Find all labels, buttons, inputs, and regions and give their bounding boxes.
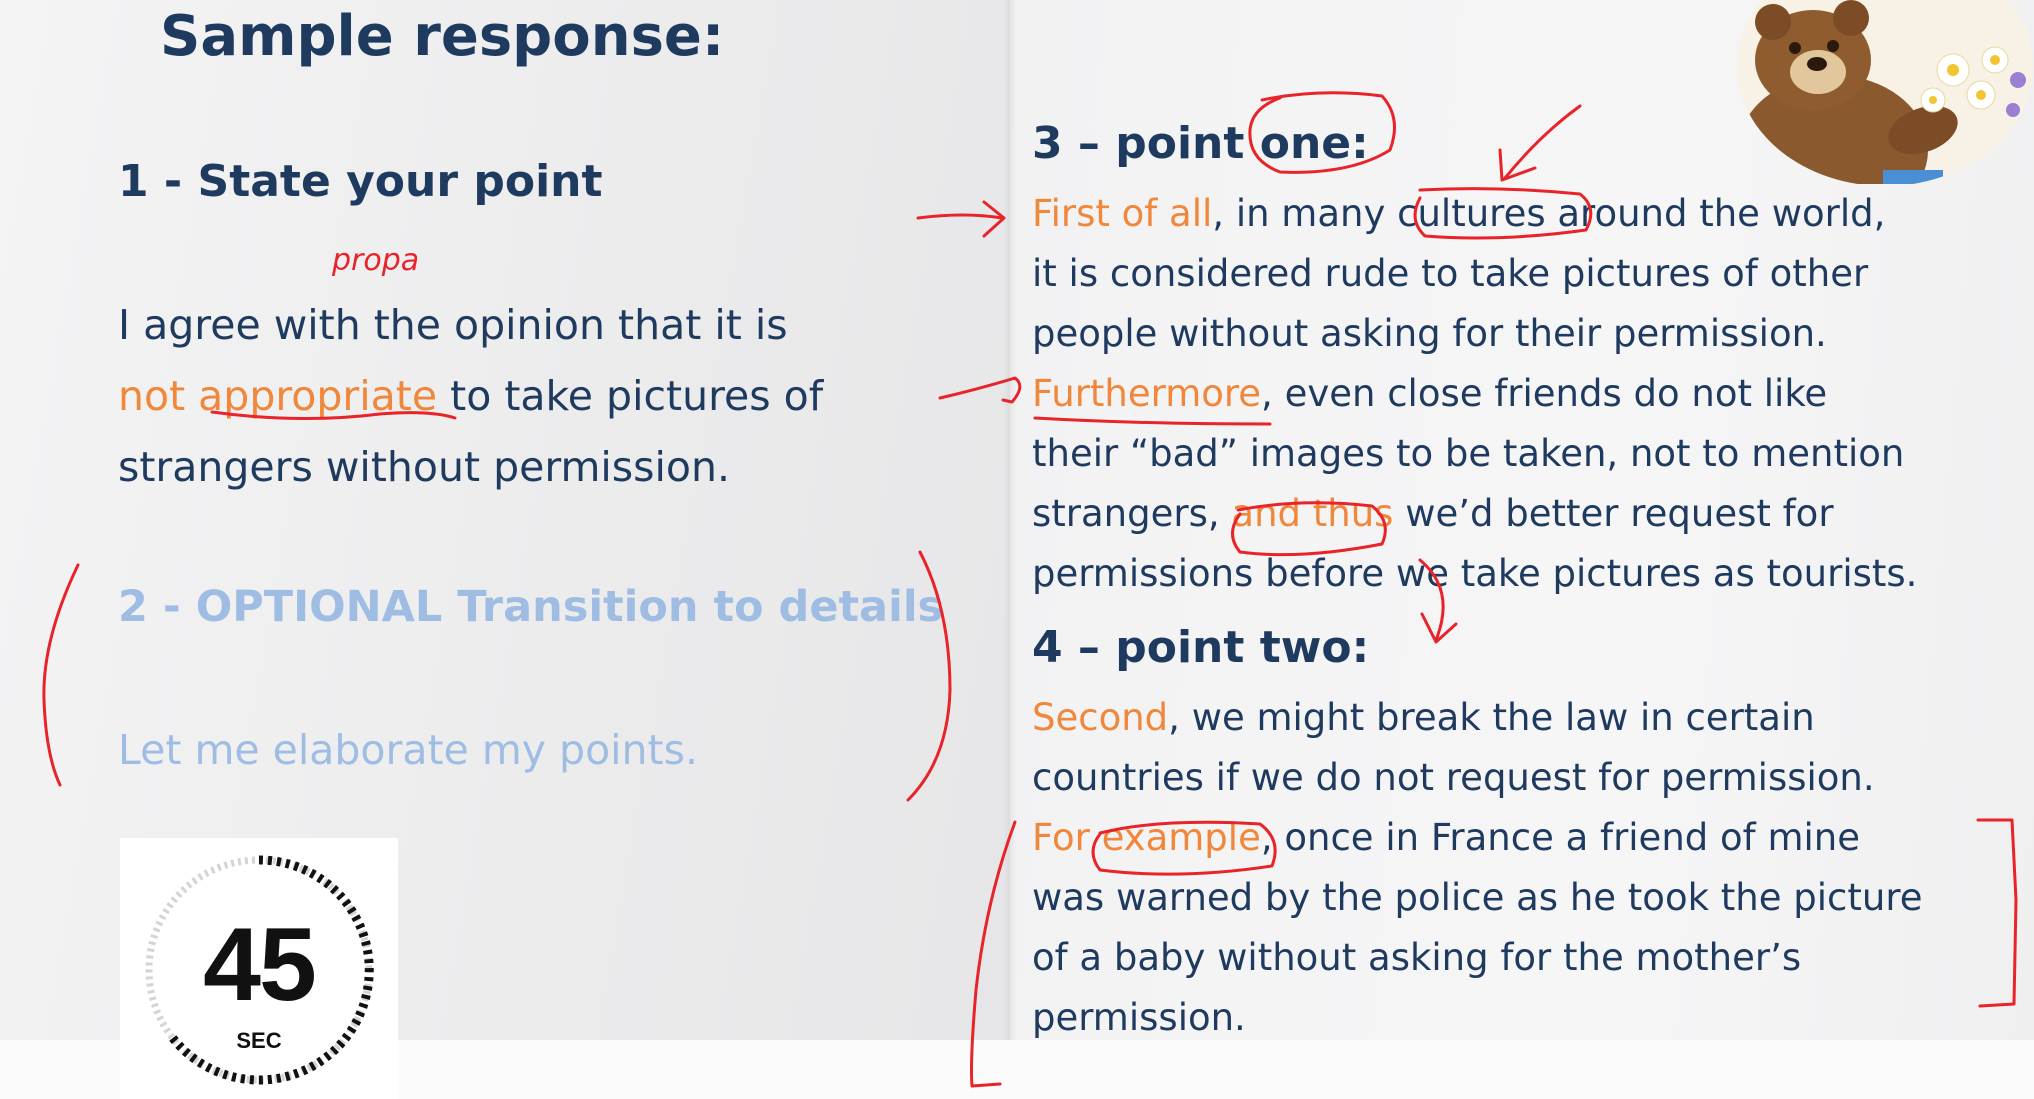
- section4-line3: , once in France a friend of mine: [1260, 816, 1860, 859]
- section1-line1: I agree with the opinion that it is: [118, 301, 788, 349]
- section3-line4: , even close friends do not like: [1261, 372, 1828, 415]
- timer-seconds-value: 45: [203, 907, 317, 1023]
- section2-text: Let me elaborate my points.: [118, 726, 699, 774]
- section3-line5: their “bad” images to be taken, not to m…: [1032, 432, 1905, 475]
- section1-keyword: not appropriate: [118, 372, 438, 420]
- section3-transition-first: First of all: [1032, 192, 1213, 235]
- section4-line4: was warned by the police as he took the …: [1032, 876, 1923, 919]
- section4-heading: 4 – point two:: [1032, 622, 1370, 673]
- section3-line7: permissions before we take pictures as t…: [1032, 552, 1918, 595]
- section4-line2: countries if we do not request for permi…: [1032, 756, 1875, 799]
- page-fold: [1003, 0, 1017, 1099]
- section1-heading: 1 - State your point: [118, 156, 603, 207]
- timer-unit-label: SEC: [236, 1028, 282, 1053]
- section1-line3: strangers without permission.: [118, 443, 730, 491]
- section4-line5: of a baby without asking for the mother’…: [1032, 936, 1802, 979]
- section3-line6-start: strangers,: [1032, 492, 1232, 535]
- section4-paragraph: Second, we might break the law in certai…: [1032, 688, 1922, 1048]
- section2-heading: 2 - OPTIONAL Transition to details: [118, 582, 944, 632]
- section3-line2: it is considered rude to take pictures o…: [1032, 252, 1869, 295]
- section3-line6-end: we’d better request for: [1393, 492, 1834, 535]
- section4-transition-second: Second: [1032, 696, 1169, 739]
- section3-transition-furthermore: Furthermore: [1032, 372, 1262, 415]
- section4-line1: , we might break the law in certain: [1168, 696, 1815, 739]
- section3-line1: , in many cultures around the world,: [1212, 192, 1886, 235]
- bear-mascot-icon: [1737, 0, 2033, 184]
- section3-line3: people without asking for their permissi…: [1032, 312, 1827, 355]
- section1-line2: to take pictures of: [437, 372, 824, 420]
- countdown-timer: 45 SEC: [120, 838, 398, 1099]
- slide-title: Sample response:: [160, 4, 725, 69]
- section4-line6: permission.: [1032, 996, 1246, 1039]
- section4-transition-example: For example: [1032, 816, 1261, 859]
- section3-heading: 3 – point one:: [1032, 118, 1369, 169]
- section1-paragraph: I agree with the opinion that it is not …: [118, 290, 823, 503]
- section3-transition-thus: and thus: [1231, 492, 1394, 535]
- section3-paragraph: First of all, in many cultures around th…: [1032, 184, 1917, 604]
